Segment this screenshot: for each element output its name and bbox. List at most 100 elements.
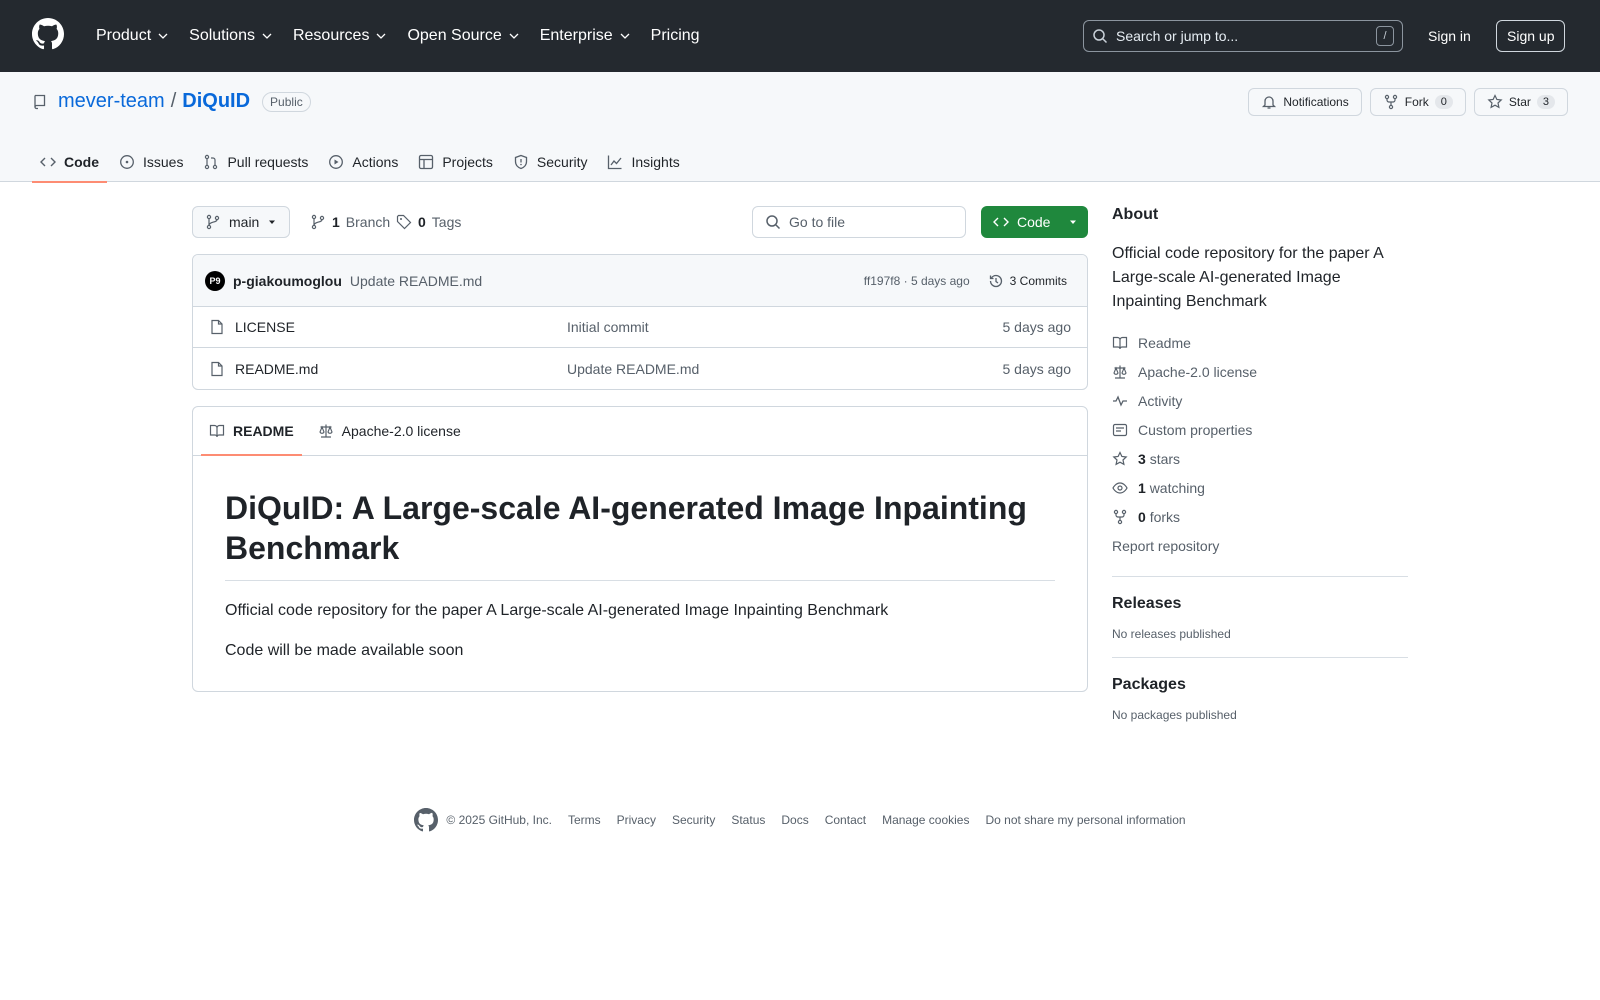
releases-heading[interactable]: Releases xyxy=(1112,595,1408,613)
tab-projects[interactable]: Projects xyxy=(410,142,501,182)
global-header: Product Solutions Resources Open Source … xyxy=(0,0,1600,72)
footer-link-status[interactable]: Status xyxy=(731,813,765,827)
file-date: 5 days ago xyxy=(1002,319,1072,335)
footer-link-privacy[interactable]: Privacy xyxy=(617,813,656,827)
repo-owner-link[interactable]: mever-team xyxy=(58,90,165,113)
repo-icon xyxy=(32,94,48,110)
readme-tabs: README Apache-2.0 license xyxy=(193,407,1087,456)
packages-heading[interactable]: Packages xyxy=(1112,676,1408,694)
file-commit-message[interactable]: Update README.md xyxy=(567,361,699,377)
footer-link-do-not-share[interactable]: Do not share my personal information xyxy=(985,813,1185,827)
graph-icon xyxy=(607,154,623,170)
fork-icon xyxy=(1112,509,1128,525)
fork-button[interactable]: Fork 0 xyxy=(1369,88,1466,116)
star-button[interactable]: Star 3 xyxy=(1473,88,1568,116)
footer-link-terms[interactable]: Terms xyxy=(568,813,601,827)
file-row[interactable]: LICENSE Initial commit 5 days ago xyxy=(193,307,1087,348)
readme-paragraph: Official code repository for the paper A… xyxy=(225,602,889,619)
activity-link[interactable]: Activity xyxy=(1112,386,1408,415)
packages-empty: No packages published xyxy=(1112,708,1237,722)
tab-issues[interactable]: Issues xyxy=(111,142,191,182)
repo-name-link[interactable]: DiQuID xyxy=(182,90,250,113)
footer-link-docs[interactable]: Docs xyxy=(781,813,808,827)
readme-heading: DiQuID: A Large-scale AI-generated Image… xyxy=(225,488,1055,581)
chevron-down-icon xyxy=(619,30,631,42)
nav-enterprise[interactable]: Enterprise xyxy=(532,16,639,56)
book-icon xyxy=(209,423,225,439)
readme-link[interactable]: Readme xyxy=(1112,328,1408,357)
file-name-link[interactable]: LICENSE xyxy=(235,319,295,335)
shield-icon xyxy=(513,154,529,170)
report-repository-link[interactable]: Report repository xyxy=(1112,531,1408,560)
repo-title: mever-team / DiQuID Public xyxy=(32,90,311,113)
repo-actions: Notifications Fork 0 Star 3 xyxy=(1248,88,1568,116)
sign-up-button[interactable]: Sign up xyxy=(1496,20,1566,52)
pulse-icon xyxy=(1112,393,1128,409)
footer-link-manage-cookies[interactable]: Manage cookies xyxy=(882,813,969,827)
file-commit-message[interactable]: Initial commit xyxy=(567,319,649,335)
caret-down-icon xyxy=(267,217,277,227)
note-icon xyxy=(1112,422,1128,438)
tag-icon xyxy=(396,214,412,230)
tab-actions[interactable]: Actions xyxy=(320,142,406,182)
law-icon xyxy=(1112,364,1128,380)
stars-link[interactable]: 3 stars xyxy=(1112,444,1408,473)
footer-link-security[interactable]: Security xyxy=(672,813,715,827)
github-logo-icon[interactable] xyxy=(32,18,64,50)
pull-request-icon xyxy=(203,154,219,170)
tab-security[interactable]: Security xyxy=(505,142,596,182)
commits-link[interactable]: 3 Commits xyxy=(988,273,1067,289)
nav-open-source[interactable]: Open Source xyxy=(399,16,527,56)
tab-insights[interactable]: Insights xyxy=(599,142,687,182)
repo-separator: / xyxy=(170,90,177,112)
search-placeholder: Search or jump to... xyxy=(1116,28,1239,44)
nav-solutions[interactable]: Solutions xyxy=(181,16,281,56)
avatar[interactable]: P9 xyxy=(205,270,225,291)
branches-link[interactable]: 1 Branch xyxy=(310,206,390,238)
law-icon xyxy=(318,423,334,439)
sign-in-link[interactable]: Sign in xyxy=(1428,20,1471,52)
forks-link[interactable]: 0 forks xyxy=(1112,502,1408,531)
notifications-button[interactable]: Notifications xyxy=(1248,88,1362,116)
branch-icon xyxy=(205,214,221,230)
chevron-down-icon xyxy=(157,30,169,42)
file-row[interactable]: README.md Update README.md 5 days ago xyxy=(193,348,1087,389)
code-dropdown-button[interactable]: Code xyxy=(981,206,1088,238)
history-icon xyxy=(988,273,1004,289)
repo-header: mever-team / DiQuID Public Notifications… xyxy=(0,72,1600,183)
github-logo-icon[interactable] xyxy=(414,808,439,832)
main-nav: Product Solutions Resources Open Source … xyxy=(88,0,708,72)
table-icon xyxy=(418,154,434,170)
nav-product[interactable]: Product xyxy=(88,16,177,56)
commit-sha-time[interactable]: ff197f8 · 5 days ago xyxy=(864,274,970,288)
file-browser: P9 p-giakoumoglou Update README.md ff197… xyxy=(192,254,1088,390)
commit-message-link[interactable]: Update README.md xyxy=(350,273,482,289)
file-name-link[interactable]: README.md xyxy=(235,361,318,377)
releases-section: Releases No releases published xyxy=(1112,576,1408,641)
watching-link[interactable]: 1 watching xyxy=(1112,473,1408,502)
play-icon xyxy=(328,154,344,170)
nav-resources[interactable]: Resources xyxy=(285,16,395,56)
footer-copyright: © 2025 GitHub, Inc. xyxy=(414,808,552,832)
eye-icon xyxy=(1112,480,1128,496)
search-input[interactable]: Search or jump to... / xyxy=(1083,20,1403,52)
tab-license[interactable]: Apache-2.0 license xyxy=(310,407,469,455)
tab-readme[interactable]: README xyxy=(201,407,302,456)
branch-selector[interactable]: main xyxy=(192,206,291,238)
tab-code[interactable]: Code xyxy=(32,142,107,183)
latest-commit-row: P9 p-giakoumoglou Update README.md ff197… xyxy=(193,255,1087,307)
readme-panel: README Apache-2.0 license DiQuID: A Larg… xyxy=(192,406,1088,692)
footer: © 2025 GitHub, Inc. Terms Privacy Securi… xyxy=(0,808,1600,832)
fork-count: 0 xyxy=(1434,95,1453,109)
license-link[interactable]: Apache-2.0 license xyxy=(1112,357,1408,386)
chevron-down-icon xyxy=(508,30,520,42)
custom-properties-link[interactable]: Custom properties xyxy=(1112,415,1408,444)
footer-link-contact[interactable]: Contact xyxy=(825,813,866,827)
go-to-file-input[interactable]: Go to file xyxy=(752,206,966,238)
commit-author-link[interactable]: p-giakoumoglou xyxy=(233,273,342,289)
tab-pull-requests[interactable]: Pull requests xyxy=(195,142,316,182)
bell-icon xyxy=(1261,94,1277,110)
star-icon xyxy=(1112,450,1128,467)
tags-link[interactable]: 0 Tags xyxy=(396,206,461,238)
nav-pricing[interactable]: Pricing xyxy=(643,16,708,56)
